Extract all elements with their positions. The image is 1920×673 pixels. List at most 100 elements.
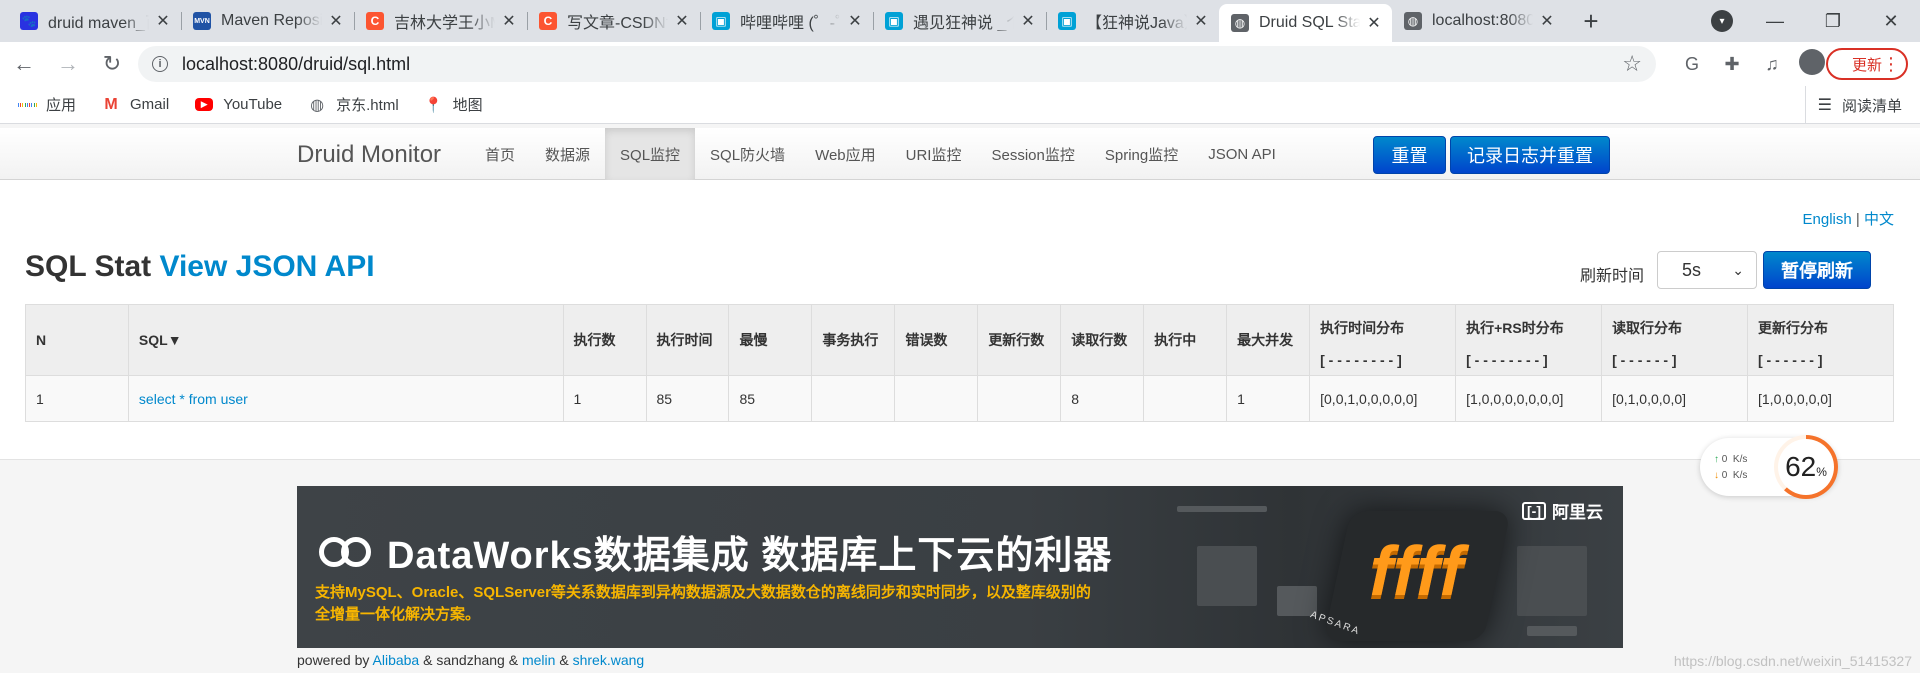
- column-header-label: 更新行分布: [1758, 320, 1828, 336]
- table-cell: [0,0,1,0,0,0,0,0]: [1309, 375, 1457, 422]
- tab-close-icon[interactable]: ✕: [1539, 11, 1555, 31]
- column-header[interactable]: SQL▼: [127, 304, 564, 376]
- browser-tab[interactable]: ◍ Druid SQL Stat ✕: [1219, 4, 1392, 42]
- aliyun-brand: [-] 阿里云: [1522, 498, 1603, 523]
- grammarly-extension-icon[interactable]: G: [1672, 54, 1712, 75]
- upload-unit: K/s: [1732, 454, 1748, 465]
- amp-separator: &: [423, 652, 433, 668]
- puzzle-extensions-icon[interactable]: ✚: [1712, 54, 1752, 75]
- browser-tab[interactable]: ▣ 遇见狂神说 _个人空间 ✕: [873, 4, 1046, 38]
- table-cell: [1143, 375, 1228, 422]
- banner-title: DataWorks数据集成 数据库上下云的利器: [319, 524, 1112, 579]
- forward-arrow-icon[interactable]: →: [48, 47, 88, 81]
- refresh-interval-select[interactable]: 5s ⌄: [1657, 251, 1757, 289]
- melin-link[interactable]: melin: [522, 652, 555, 668]
- bookmarks-bar: 应用 M Gmail ▶ YouTube ◍ 京东.html 📍 地图 ☰ 阅读…: [0, 86, 1920, 124]
- shrek-link[interactable]: shrek.wang: [573, 652, 645, 668]
- nav-item[interactable]: JSON API: [1193, 128, 1291, 180]
- nav-item[interactable]: Spring监控: [1090, 128, 1193, 180]
- address-url[interactable]: localhost:8080/druid/sql.html: [182, 54, 410, 75]
- address-bar[interactable]: i localhost:8080/druid/sql.html ☆: [138, 46, 1656, 82]
- tab-title: 吉林大学王小M_CSDN: [394, 15, 495, 32]
- window-controls: — ❐ ✕: [1746, 0, 1920, 42]
- page-title: SQL Stat View JSON API: [25, 250, 375, 284]
- baidu-icon: 🐾: [20, 12, 38, 30]
- pause-refresh-button[interactable]: 暂停刷新: [1763, 251, 1871, 289]
- nav-item[interactable]: Session监控: [976, 128, 1089, 180]
- reading-list-button[interactable]: ☰ 阅读清单: [1804, 86, 1902, 124]
- reading-list-label: 阅读清单: [1841, 97, 1902, 115]
- column-header-label: 最大并发: [1237, 332, 1294, 348]
- nav-item[interactable]: Web应用: [800, 128, 891, 180]
- close-window-icon[interactable]: ✕: [1862, 11, 1920, 32]
- tab-title: druid maven_百度搜索: [48, 15, 149, 32]
- sql-detail-link[interactable]: select * from user: [139, 391, 248, 407]
- column-header: 执行数: [562, 304, 647, 376]
- tab-title: 哔哩哔哩 (゜-゜)つロ: [740, 15, 841, 32]
- update-button[interactable]: 更新 ⋮: [1826, 48, 1908, 80]
- tab-close-icon[interactable]: ✕: [1193, 11, 1209, 31]
- minimize-icon[interactable]: —: [1746, 11, 1804, 32]
- column-header-label: 执行中: [1154, 332, 1197, 348]
- nav-item[interactable]: SQL防火墙: [695, 128, 800, 180]
- nav-item[interactable]: URI监控: [891, 128, 977, 180]
- media-queue-icon[interactable]: ♫: [1752, 54, 1792, 75]
- powered-prefix: powered by: [297, 652, 370, 668]
- browser-tab[interactable]: ▣ 哔哩哔哩 (゜-゜)つロ ✕: [700, 4, 873, 38]
- reload-icon[interactable]: ↻: [92, 47, 132, 81]
- sql-stat-table: N SQL▼ 执行数 执行时间 最慢 事务执行 错误数 更新行数 读取行数 执行中 最大并发 执行时间…: [25, 304, 1894, 422]
- lang-chinese-link[interactable]: 中文: [1864, 211, 1894, 228]
- column-header-label: N: [36, 332, 47, 348]
- lang-english-link[interactable]: English: [1803, 211, 1852, 228]
- log-and-reset-button[interactable]: 记录日志并重置: [1450, 136, 1610, 174]
- network-speed-widget[interactable]: ↑ 0 K/s ↓ 0 K/s 62%: [1700, 435, 1838, 499]
- table-cell: [1,0,0,0,0,0,0,0]: [1455, 375, 1603, 422]
- tab-close-icon[interactable]: ✕: [1020, 11, 1036, 31]
- more-menu-icon[interactable]: ⋮: [1882, 55, 1900, 73]
- browser-tab[interactable]: ◍ localhost:8080 ✕: [1392, 4, 1565, 38]
- reset-button[interactable]: 重置: [1373, 136, 1446, 174]
- browser-tab[interactable]: C 吉林大学王小M_CSDN ✕: [354, 4, 527, 38]
- tab-close-icon[interactable]: ✕: [674, 11, 690, 31]
- page-title-text: SQL Stat: [25, 250, 152, 283]
- nav-item[interactable]: 数据源: [530, 128, 605, 180]
- globe-icon: ◍: [310, 96, 325, 114]
- browser-tab[interactable]: 🐾 druid maven_百度搜索 ✕: [8, 4, 181, 38]
- tab-close-icon[interactable]: ✕: [847, 11, 863, 31]
- column-header: 更新行分布 [ - - - - - - ]: [1747, 304, 1894, 376]
- bookmark-jd[interactable]: ◍ 京东.html: [308, 94, 399, 115]
- alibaba-link[interactable]: Alibaba: [373, 652, 420, 668]
- dataworks-banner-ad[interactable]: ffff APSARA [-] 阿里云 DataWorks数据集成 数据库上下云…: [297, 486, 1623, 648]
- tab-close-icon[interactable]: ✕: [501, 11, 517, 31]
- tab-close-icon[interactable]: ✕: [328, 11, 344, 31]
- back-arrow-icon[interactable]: ←: [4, 47, 44, 81]
- site-info-icon[interactable]: i: [152, 56, 168, 72]
- browser-tab[interactable]: C 写文章-CSDN博客 ✕: [527, 4, 700, 38]
- column-header: 读取行分布 [ - - - - - - ]: [1601, 304, 1748, 376]
- table-row: 1 select * from user 1 85 85 8 1 [0,0,1,0,0,0,0…: [25, 375, 1894, 422]
- druid-brand[interactable]: Druid Monitor: [297, 141, 441, 169]
- circuit-decoration: [1197, 546, 1257, 606]
- table-cell: [811, 375, 896, 422]
- table-cell: 1: [562, 375, 647, 422]
- view-json-api-link[interactable]: View JSON API: [159, 250, 374, 283]
- nav-item[interactable]: SQL监控: [605, 128, 696, 180]
- bookmark-apps[interactable]: 应用: [18, 94, 76, 115]
- bookmark-youtube[interactable]: ▶ YouTube: [195, 96, 282, 113]
- bookmark-gmail[interactable]: M Gmail: [102, 96, 169, 114]
- refresh-interval-value: 5s: [1682, 259, 1702, 280]
- tab-close-icon[interactable]: ✕: [155, 11, 171, 31]
- tab-title: 【狂神说Java】Spring: [1086, 15, 1187, 32]
- maximize-icon[interactable]: ❐: [1804, 11, 1862, 32]
- aliyun-brand-text: 阿里云: [1552, 503, 1603, 522]
- column-header-label: 最慢: [739, 332, 768, 348]
- browser-tab[interactable]: MVN Maven Repository ✕: [181, 4, 354, 38]
- bookmark-maps[interactable]: 📍 地图: [424, 94, 482, 115]
- new-tab-button[interactable]: +: [1573, 3, 1609, 39]
- browser-tab[interactable]: ▣ 【狂神说Java】Spring ✕: [1046, 4, 1219, 38]
- tab-search-icon[interactable]: ▾: [1711, 10, 1733, 32]
- upload-value: 0: [1721, 454, 1728, 465]
- bookmark-star-icon[interactable]: ☆: [1622, 51, 1642, 77]
- tab-close-icon[interactable]: ✕: [1366, 13, 1382, 33]
- nav-item[interactable]: 首页: [470, 128, 530, 180]
